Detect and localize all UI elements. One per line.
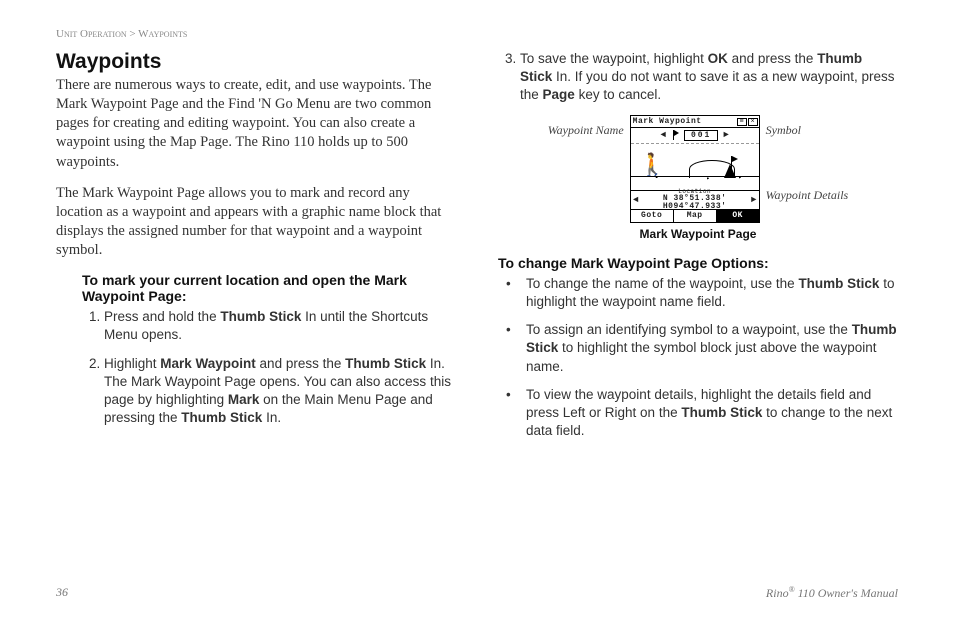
device-screen: Mark Waypoint ≡× ◄ 001 ► 🚶	[630, 115, 760, 223]
flagpole-icon	[731, 156, 732, 178]
goto-button: Goto	[631, 210, 674, 222]
ground-icon	[631, 176, 759, 190]
page-number: 36	[56, 585, 68, 601]
fig-label-symbol: Symbol	[766, 123, 849, 138]
footer: 36 Rino® 110 Owner's Manual	[56, 585, 898, 601]
menu-icon: ≡	[737, 118, 747, 126]
waypoint-symbol-row: ◄ 001 ►	[631, 128, 759, 144]
screen-title: Mark Waypoint	[631, 117, 737, 126]
loc-prev-icon: ◄	[631, 195, 641, 205]
breadcrumb-sep: >	[127, 28, 139, 40]
intro-para-2: The Mark Waypoint Page allows you to mar…	[56, 184, 456, 261]
page-title: Waypoints	[56, 50, 456, 74]
next-icon: ►	[721, 130, 730, 140]
breadcrumb: Unit Operation > Waypoints	[56, 28, 898, 40]
map-button: Map	[674, 210, 717, 222]
left-column: Waypoints There are numerous ways to cre…	[56, 50, 456, 450]
figure: Waypoint Name Mark Waypoint ≡× ◄ 001 ►	[498, 115, 898, 223]
option-bullet-3: To view the waypoint details, highlight …	[498, 386, 898, 441]
figure-caption: Mark Waypoint Page	[498, 227, 898, 241]
prev-icon: ◄	[659, 130, 668, 140]
hiker-icon: 🚶	[639, 156, 666, 178]
breadcrumb-section: Unit Operation	[56, 28, 127, 40]
book-title: Rino® 110 Owner's Manual	[766, 585, 898, 601]
waypoint-number: 001	[684, 130, 718, 141]
button-row: Goto Map OK	[631, 210, 759, 222]
breadcrumb-page: Waypoints	[138, 28, 187, 40]
flag-icon	[671, 130, 681, 140]
right-column: To save the waypoint, highlight OK and p…	[498, 50, 898, 450]
fig-label-waypoint-name: Waypoint Name	[548, 123, 624, 138]
step-2: Highlight Mark Waypoint and press the Th…	[104, 355, 456, 428]
option-bullet-2: To assign an identifying symbol to a way…	[498, 321, 898, 376]
loc-next-icon: ►	[749, 195, 759, 205]
instruction-heading-mark: To mark your current location and open t…	[82, 272, 456, 304]
fig-label-details: Waypoint Details	[766, 188, 849, 203]
location-row: ◄ Location N 38°51.338' H094°47.933' ►	[631, 190, 759, 210]
waypoint-scene: 🚶	[631, 144, 759, 190]
intro-para-1: There are numerous ways to create, edit,…	[56, 76, 456, 172]
option-bullet-1: To change the name of the waypoint, use …	[498, 275, 898, 311]
ok-button: OK	[717, 210, 759, 222]
instruction-heading-options: To change Mark Waypoint Page Options:	[498, 255, 898, 271]
step-1: Press and hold the Thumb Stick In until …	[104, 308, 456, 344]
close-icon: ×	[748, 118, 758, 126]
title-icons: ≡×	[737, 117, 759, 126]
step-3: To save the waypoint, highlight OK and p…	[520, 50, 898, 105]
